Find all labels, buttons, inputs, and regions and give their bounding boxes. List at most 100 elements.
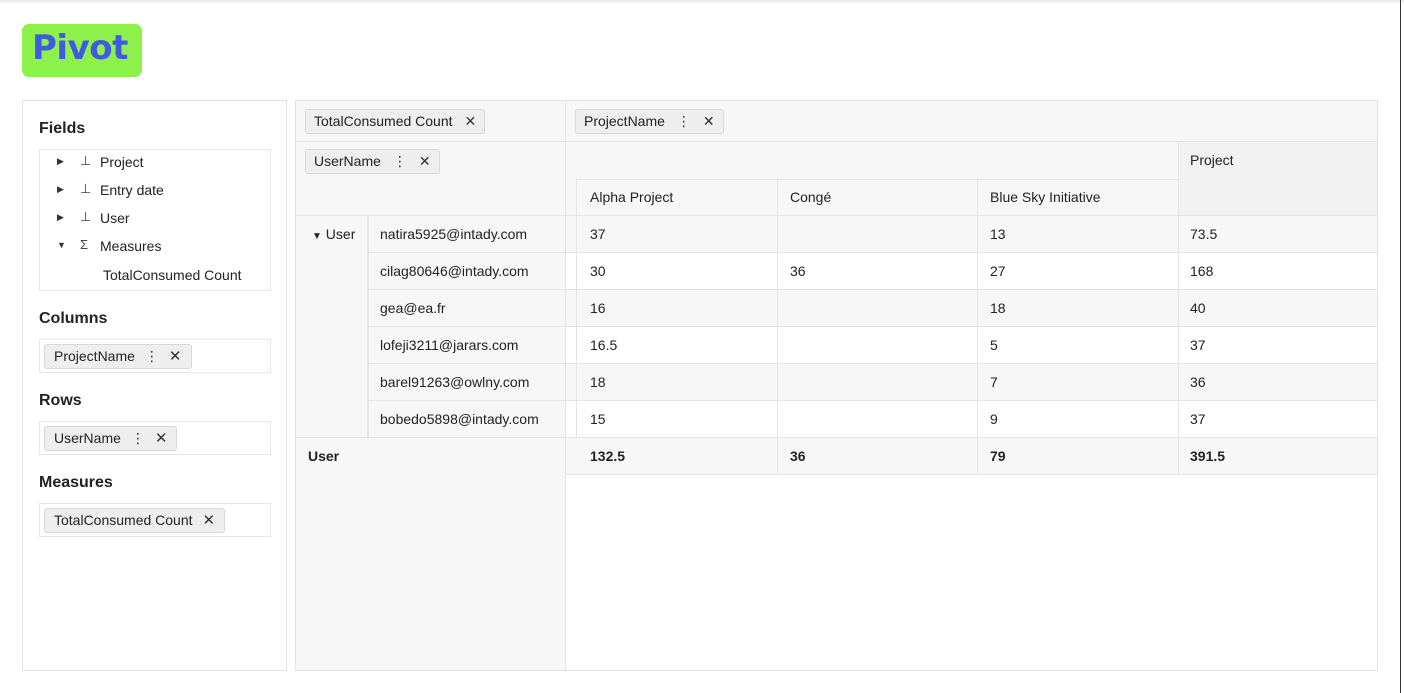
- row-field-pill[interactable]: UserName ⋮ ✕: [305, 149, 440, 174]
- measures-dropzone[interactable]: TotalConsumed Count ✕: [39, 503, 271, 537]
- columns-title: Columns: [39, 310, 108, 327]
- row-stripe: [566, 216, 1377, 253]
- more-icon[interactable]: ⋮: [131, 427, 145, 450]
- row-total-cell: 37: [1190, 337, 1206, 353]
- row-total-cell: 73.5: [1190, 226, 1218, 242]
- row-stripe: [566, 290, 1377, 327]
- divider: [368, 252, 1377, 253]
- divider: [368, 400, 1377, 401]
- field-label: Measures: [100, 238, 162, 254]
- measures-pill[interactable]: TotalConsumed Count ✕: [44, 508, 226, 533]
- sigma-icon: Σ: [80, 237, 89, 252]
- field-user[interactable]: ▶ ⊥ User: [40, 209, 270, 231]
- pivot-table: TotalConsumed Count ✕ ProjectName ⋮ ✕ UserN…: [295, 100, 1378, 671]
- value-cell: 5: [990, 337, 998, 353]
- row-group-cell: [296, 216, 368, 438]
- divider: [368, 326, 1377, 327]
- value-cell: 18: [590, 374, 606, 390]
- value-cell: 13: [990, 226, 1006, 242]
- value-cell: 15: [590, 411, 606, 427]
- pill-label: UserName: [314, 153, 381, 169]
- expand-arrow-icon[interactable]: ▶: [57, 184, 64, 195]
- value-cell: 9: [990, 411, 998, 427]
- pill-label: UserName: [54, 430, 121, 446]
- field-label: User: [100, 210, 130, 226]
- divider: [296, 437, 1377, 438]
- column-header[interactable]: Alpha Project: [590, 189, 673, 205]
- column-header[interactable]: Blue Sky Initiative: [990, 189, 1101, 205]
- field-label: Entry date: [100, 182, 164, 198]
- fields-panel: Fields ▶ ⊥ Project ▶ ⊥ Entry date ▶ ⊥ Us…: [22, 100, 287, 671]
- close-icon[interactable]: ✕: [465, 110, 477, 133]
- row-total-cell: 40: [1190, 300, 1206, 316]
- columns-dropzone[interactable]: ProjectName ⋮ ✕: [39, 339, 271, 373]
- rows-title: Rows: [39, 392, 82, 409]
- row-group-header[interactable]: ▼ User: [312, 226, 355, 242]
- rows-dropzone[interactable]: UserName ⋮ ✕: [39, 421, 271, 455]
- expand-arrow-icon[interactable]: ▶: [57, 212, 64, 223]
- fields-tree: ▶ ⊥ Project ▶ ⊥ Entry date ▶ ⊥ User ▼ Σ …: [39, 149, 271, 291]
- row-header[interactable]: cilag80646@intady.com: [380, 263, 529, 279]
- column-total-cell: 132.5: [590, 448, 626, 464]
- row-group-label: User: [325, 226, 356, 242]
- expand-arrow-icon[interactable]: ▶: [57, 156, 64, 167]
- more-icon[interactable]: ⋮: [393, 150, 407, 173]
- field-entry-date[interactable]: ▶ ⊥ Entry date: [40, 181, 270, 203]
- value-cell: 30: [590, 263, 606, 279]
- divider: [566, 474, 1377, 475]
- row-header[interactable]: natira5925@intady.com: [380, 226, 527, 242]
- hierarchy-icon: ⊥: [80, 153, 92, 168]
- divider: [1178, 142, 1179, 474]
- divider: [368, 289, 1377, 290]
- collapse-arrow-icon[interactable]: ▼: [312, 231, 322, 242]
- close-icon[interactable]: ✕: [169, 345, 182, 368]
- more-icon[interactable]: ⋮: [677, 110, 691, 133]
- divider: [576, 179, 1178, 180]
- pill-label: TotalConsumed Count: [314, 113, 453, 129]
- row-header[interactable]: bobedo5898@intady.com: [380, 411, 539, 427]
- more-icon[interactable]: ⋮: [145, 345, 159, 368]
- pill-label: ProjectName: [584, 113, 665, 129]
- columns-pill[interactable]: ProjectName ⋮ ✕: [44, 344, 192, 369]
- close-icon[interactable]: ✕: [155, 427, 168, 450]
- measures-title: Measures: [39, 474, 113, 491]
- close-icon[interactable]: ✕: [419, 150, 431, 173]
- window-edge: [1400, 0, 1401, 693]
- close-icon[interactable]: ✕: [203, 509, 216, 532]
- column-header[interactable]: Congé: [790, 189, 831, 205]
- column-total-cell: 79: [990, 448, 1006, 464]
- column-total-cell: 36: [790, 448, 806, 464]
- collapse-arrow-icon[interactable]: ▼: [57, 240, 66, 250]
- row-header[interactable]: lofeji3211@jarars.com: [380, 337, 518, 353]
- field-project[interactable]: ▶ ⊥ Project: [40, 153, 270, 175]
- value-cell: 18: [990, 300, 1006, 316]
- row-total-cell: 36: [1190, 374, 1206, 390]
- divider: [368, 363, 1377, 364]
- logo-text: Pivot: [32, 28, 128, 68]
- column-total-label: Project: [1190, 152, 1234, 168]
- row-header[interactable]: barel91263@owlny.com: [380, 374, 529, 390]
- top-shadow: [0, 0, 1404, 4]
- divider: [296, 215, 1377, 216]
- row-header[interactable]: gea@ea.fr: [380, 300, 446, 316]
- row-stripe: [566, 364, 1377, 401]
- fields-title: Fields: [39, 120, 86, 137]
- hierarchy-icon: ⊥: [80, 181, 92, 196]
- field-measures[interactable]: ▼ Σ Measures: [40, 237, 270, 259]
- rows-pill[interactable]: UserName ⋮ ✕: [44, 426, 178, 451]
- value-cell: 16.5: [590, 337, 618, 353]
- pivot-logo: Pivot: [22, 24, 142, 77]
- value-cell: 37: [590, 226, 606, 242]
- close-icon[interactable]: ✕: [703, 110, 715, 133]
- divider: [368, 216, 369, 438]
- row-total-cell: 168: [1190, 263, 1214, 279]
- field-label: Project: [100, 154, 144, 170]
- total-row-label: User: [308, 448, 340, 464]
- measure-pill[interactable]: TotalConsumed Count ✕: [305, 109, 486, 134]
- value-cell: 36: [790, 263, 806, 279]
- row-total-cell: 37: [1190, 411, 1206, 427]
- pill-label: ProjectName: [54, 348, 135, 364]
- measure-totalconsumed-count[interactable]: TotalConsumed Count: [103, 267, 242, 283]
- value-cell: 7: [990, 374, 998, 390]
- column-field-pill[interactable]: ProjectName ⋮ ✕: [575, 109, 724, 134]
